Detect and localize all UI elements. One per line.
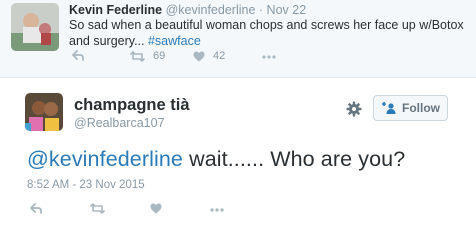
parent-header: Kevin Federline @kevinfederline · Nov 22 <box>69 3 306 18</box>
parent-action-bar: 69 42 <box>69 50 369 64</box>
parent-retweet-count: 69 <box>153 50 166 62</box>
parent-author-handle[interactable]: @kevinfederline <box>166 3 256 17</box>
parent-like-button[interactable]: 42 <box>193 50 225 62</box>
main-action-bar <box>28 203 328 217</box>
follow-person-icon <box>382 102 396 114</box>
retweet-icon <box>90 203 105 214</box>
gear-icon <box>346 101 362 117</box>
parent-retweet-button[interactable]: 69 <box>130 50 165 62</box>
main-timestamp[interactable]: 8:52 AM - 23 Nov 2015 <box>27 179 145 191</box>
heart-icon <box>193 51 205 61</box>
main-author-handle[interactable]: @Realbarca107 <box>74 116 165 130</box>
retweet-icon <box>130 50 145 62</box>
main-reply-button[interactable] <box>30 203 42 214</box>
more-icon <box>210 208 224 212</box>
parent-like-count: 42 <box>213 50 226 62</box>
main-mention[interactable]: @kevinfederline <box>27 147 183 171</box>
main-author-name[interactable]: champagne tià <box>74 96 190 115</box>
parent-text-body: So sad when a beautiful woman chops and … <box>69 18 464 48</box>
main-like-button[interactable] <box>150 203 162 214</box>
follow-label: Follow <box>402 101 440 115</box>
parent-date[interactable]: Nov 22 <box>267 3 307 17</box>
parent-reply-button[interactable] <box>72 50 84 61</box>
heart-icon <box>150 203 162 214</box>
main-avatar[interactable] <box>25 93 63 131</box>
main-more-button[interactable] <box>210 208 224 212</box>
parent-tweet-text: So sad when a beautiful woman chops and … <box>69 18 469 49</box>
reply-icon <box>72 50 84 61</box>
parent-tweet[interactable]: Kevin Federline @kevinfederline · Nov 22… <box>0 0 476 78</box>
main-text-body: wait...... Who are you? <box>183 147 406 171</box>
parent-author-name[interactable]: Kevin Federline <box>69 3 162 17</box>
parent-avatar[interactable] <box>11 3 59 51</box>
main-retweet-button[interactable] <box>90 203 105 214</box>
reply-icon <box>30 203 42 214</box>
more-icon <box>262 55 276 59</box>
parent-more-button[interactable] <box>262 55 276 59</box>
follow-button[interactable]: Follow <box>373 95 448 121</box>
main-tweet-text: @kevinfederline wait...... Who are you? <box>27 145 405 173</box>
parent-separator: · <box>258 3 264 17</box>
main-tweet: champagne tià @Realbarca107 Follow @kevi… <box>0 79 476 240</box>
parent-hashtag[interactable]: #sawface <box>148 34 201 48</box>
gear-button[interactable] <box>346 101 362 117</box>
